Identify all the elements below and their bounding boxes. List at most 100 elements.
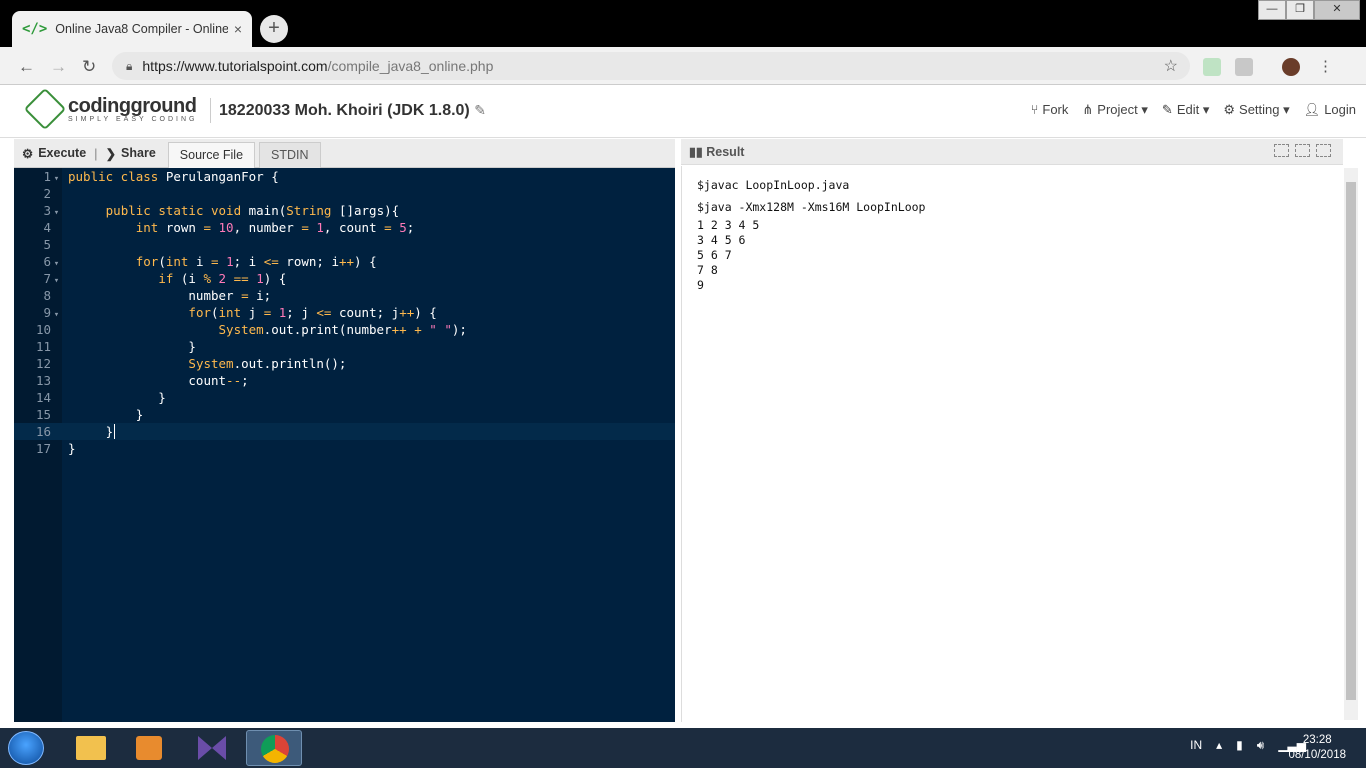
bookmark-star-icon[interactable]: ☆ bbox=[1164, 56, 1178, 76]
edit-menu[interactable]: ✎ Edit ▾ bbox=[1162, 102, 1209, 118]
tab-close-icon[interactable]: × bbox=[234, 21, 242, 37]
clock-time: 23:28 bbox=[1302, 734, 1332, 746]
url-path: /compile_java8_online.php bbox=[327, 58, 494, 74]
line-number: 4 bbox=[43, 220, 51, 235]
show-hidden-icons-icon[interactable]: ▴ bbox=[1216, 738, 1222, 753]
new-tab-button[interactable]: + bbox=[260, 15, 288, 43]
chevron-down-icon: ▾ bbox=[1141, 102, 1148, 117]
code-line: 2 bbox=[14, 185, 675, 202]
line-number: 17 bbox=[35, 441, 51, 456]
output-line: 9 bbox=[697, 278, 704, 292]
code-line: 15 } bbox=[14, 406, 675, 423]
login-label: Login bbox=[1324, 102, 1356, 117]
language-indicator[interactable]: IN bbox=[1190, 738, 1202, 753]
line-number: 12 bbox=[35, 356, 51, 371]
back-arrow-icon[interactable]: ← bbox=[18, 57, 35, 77]
volume-icon[interactable]: 🔊︎ bbox=[1257, 738, 1265, 753]
run-command: $java -Xmx128M -Xms16M LoopInLoop bbox=[697, 200, 926, 214]
line-number: 3 bbox=[43, 203, 51, 218]
code-line: 11 } bbox=[14, 338, 675, 355]
code-line: 1 ▾ public class PerulanganFor { bbox=[14, 168, 675, 185]
scrollbar-thumb[interactable] bbox=[1346, 182, 1356, 700]
code-line: 13 count--; bbox=[14, 372, 675, 389]
system-clock[interactable]: 23:28 08/10/2018 bbox=[1288, 733, 1346, 763]
code-line-active: 16 } bbox=[14, 423, 675, 440]
result-scrollbar[interactable] bbox=[1344, 168, 1358, 720]
code-line: 9 ▾ for(int j = 1; j <= count; j++) { bbox=[14, 304, 675, 321]
output-line: 7 8 bbox=[697, 263, 718, 277]
extension-icon[interactable] bbox=[1203, 58, 1221, 76]
compile-command: $javac LoopInLoop.java bbox=[697, 178, 850, 192]
setting-label: Setting bbox=[1239, 102, 1280, 117]
browser-menu-icon[interactable]: ⋮ bbox=[1318, 57, 1333, 75]
code-line: 5 bbox=[14, 236, 675, 253]
forward-arrow-icon[interactable]: → bbox=[50, 57, 67, 77]
project-icon: ⋔ bbox=[1082, 102, 1094, 117]
chart-icon: ▮▮ bbox=[689, 145, 703, 159]
project-title[interactable]: 18220033 Moh. Khoiri (JDK 1.8.0) ✎ bbox=[210, 98, 486, 123]
line-number: 15 bbox=[35, 407, 51, 422]
result-controls bbox=[1274, 144, 1331, 157]
chrome-taskbar-icon[interactable] bbox=[246, 730, 302, 766]
project-label: Project bbox=[1097, 102, 1138, 117]
line-number: 5 bbox=[43, 237, 51, 252]
project-menu[interactable]: ⋔ Project ▾ bbox=[1082, 102, 1148, 118]
url-domain: https://www.tutorialspoint.com bbox=[142, 58, 328, 74]
media-player-icon[interactable] bbox=[122, 730, 178, 766]
fullscreen-icon[interactable] bbox=[1316, 144, 1331, 157]
battery-icon[interactable]: ▮ bbox=[1236, 738, 1243, 753]
profile-avatar[interactable] bbox=[1282, 58, 1300, 76]
line-number: 16 bbox=[35, 424, 51, 439]
line-number: 7 bbox=[43, 271, 51, 286]
reload-icon[interactable]: ↻ bbox=[82, 57, 96, 77]
execute-button[interactable]: ⚙ Execute bbox=[14, 146, 94, 161]
code-line: 4 int rown = 10, number = 1, count = 5; bbox=[14, 219, 675, 236]
share-button[interactable]: ❯ Share bbox=[98, 146, 164, 161]
output-line: 5 6 7 bbox=[697, 248, 732, 262]
execute-label: Execute bbox=[38, 146, 87, 160]
maximize-button[interactable]: ❐ bbox=[1286, 0, 1314, 20]
gear-icon: ⚙ bbox=[22, 146, 34, 161]
address-bar[interactable]: 🔒︎ https://www.tutorialspoint.com/compil… bbox=[112, 52, 1190, 80]
result-header: ▮▮ Result bbox=[681, 139, 1343, 165]
tab-source-file[interactable]: Source File bbox=[167, 141, 256, 168]
share-label: Share bbox=[121, 146, 156, 160]
line-number: 14 bbox=[35, 390, 51, 405]
line-number: 6 bbox=[43, 254, 51, 269]
code-line: 6 ▾ for(int i = 1; i <= rown; i++) { bbox=[14, 253, 675, 270]
fork-label: Fork bbox=[1042, 102, 1069, 117]
line-number: 13 bbox=[35, 373, 51, 388]
site-header: codingground SIMPLY EASY CODING 18220033… bbox=[0, 86, 1366, 138]
edit-title-icon[interactable]: ✎ bbox=[474, 102, 486, 118]
browser-tab-strip: </> Online Java8 Compiler - Online J... … bbox=[0, 0, 1366, 47]
tab-title: Online Java8 Compiler - Online J... bbox=[55, 22, 228, 36]
visual-studio-icon[interactable] bbox=[184, 730, 240, 766]
edit-label: Edit bbox=[1176, 102, 1200, 117]
minimize-button[interactable]: — bbox=[1258, 0, 1286, 20]
fork-menu[interactable]: ⑂ Fork bbox=[1031, 102, 1069, 118]
code-line: 14 } bbox=[14, 389, 675, 406]
start-button[interactable] bbox=[8, 731, 44, 765]
file-explorer-icon[interactable] bbox=[62, 730, 118, 766]
logo-icon bbox=[23, 87, 67, 131]
user-icon: 👤︎ bbox=[1303, 102, 1321, 117]
extension-search-icon[interactable] bbox=[1235, 58, 1253, 76]
restore-icon[interactable] bbox=[1295, 144, 1310, 157]
tab-stdin[interactable]: STDIN bbox=[259, 141, 321, 168]
setting-menu[interactable]: ⚙ Setting ▾ bbox=[1223, 102, 1289, 118]
collapse-icon[interactable] bbox=[1274, 144, 1289, 157]
editor-toolbar: ⚙ Execute | ❯ Share Source File STDIN bbox=[14, 139, 675, 168]
close-window-button[interactable]: ✕ bbox=[1314, 0, 1360, 20]
fork-icon: ⑂ bbox=[1030, 102, 1039, 117]
browser-tab[interactable]: </> Online Java8 Compiler - Online J... … bbox=[12, 11, 252, 47]
code-editor[interactable]: 1 ▾ public class PerulanganFor { 2 3 ▾ publ… bbox=[14, 168, 675, 722]
line-number: 1 bbox=[43, 169, 51, 184]
line-number: 11 bbox=[35, 339, 51, 354]
gear-icon: ⚙ bbox=[1223, 102, 1236, 117]
text-cursor bbox=[114, 424, 116, 439]
codingground-logo[interactable]: codingground SIMPLY EASY CODING bbox=[23, 87, 197, 131]
logo-title: codingground bbox=[68, 94, 197, 117]
code-line: 8 number = i; bbox=[14, 287, 675, 304]
windows-taskbar: IN ▴ ▮ 🔊︎ ▁▃▅ 23:28 08/10/2018 bbox=[0, 728, 1366, 768]
login-menu[interactable]: 👤︎ Login bbox=[1304, 102, 1356, 118]
